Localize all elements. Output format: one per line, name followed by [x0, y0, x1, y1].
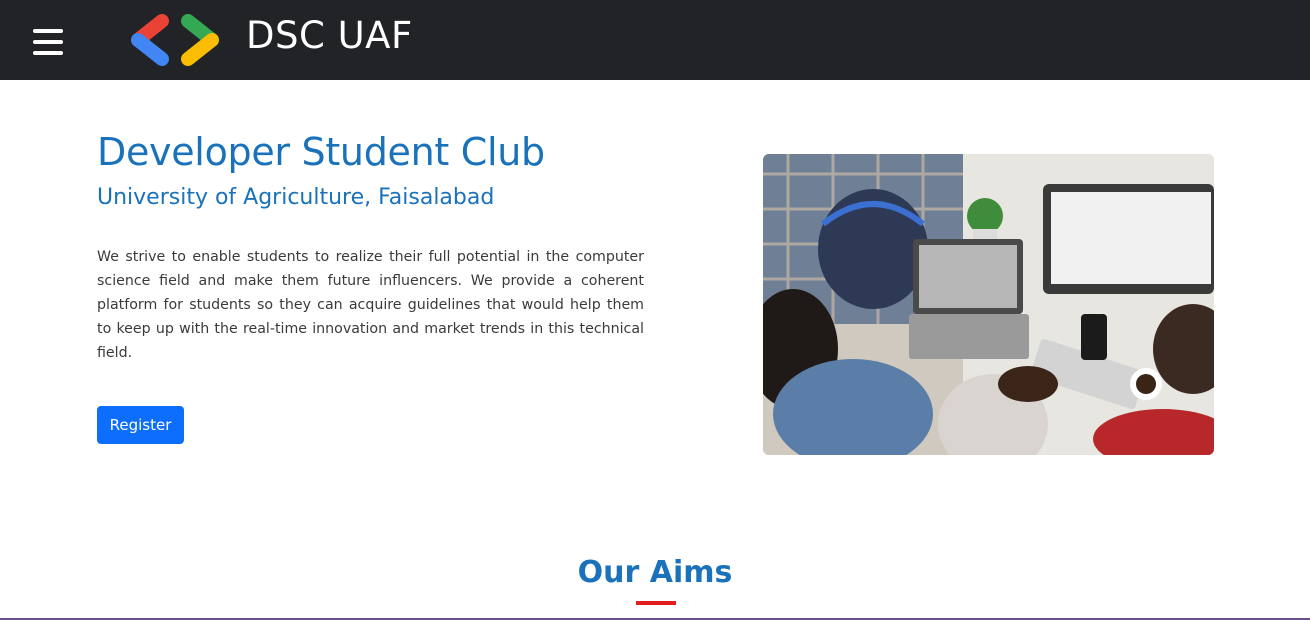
aims-underline	[636, 601, 676, 605]
brand-name[interactable]: DSC UAF	[246, 14, 413, 57]
hamburger-menu-icon[interactable]	[33, 29, 63, 55]
hero-title: Developer Student Club	[97, 130, 545, 174]
students-laptop-illustration	[763, 154, 1214, 455]
top-navbar: DSC UAF	[0, 0, 1310, 80]
hero-description: We strive to enable students to realize …	[97, 249, 644, 361]
students-laptop-photo	[763, 154, 1214, 455]
hero-subtitle: University of Agriculture, Faisalabad	[97, 185, 495, 210]
register-button[interactable]: Register	[97, 406, 184, 444]
aims-heading: Our Aims	[577, 555, 733, 590]
dsc-logo-icon[interactable]	[128, 14, 222, 66]
